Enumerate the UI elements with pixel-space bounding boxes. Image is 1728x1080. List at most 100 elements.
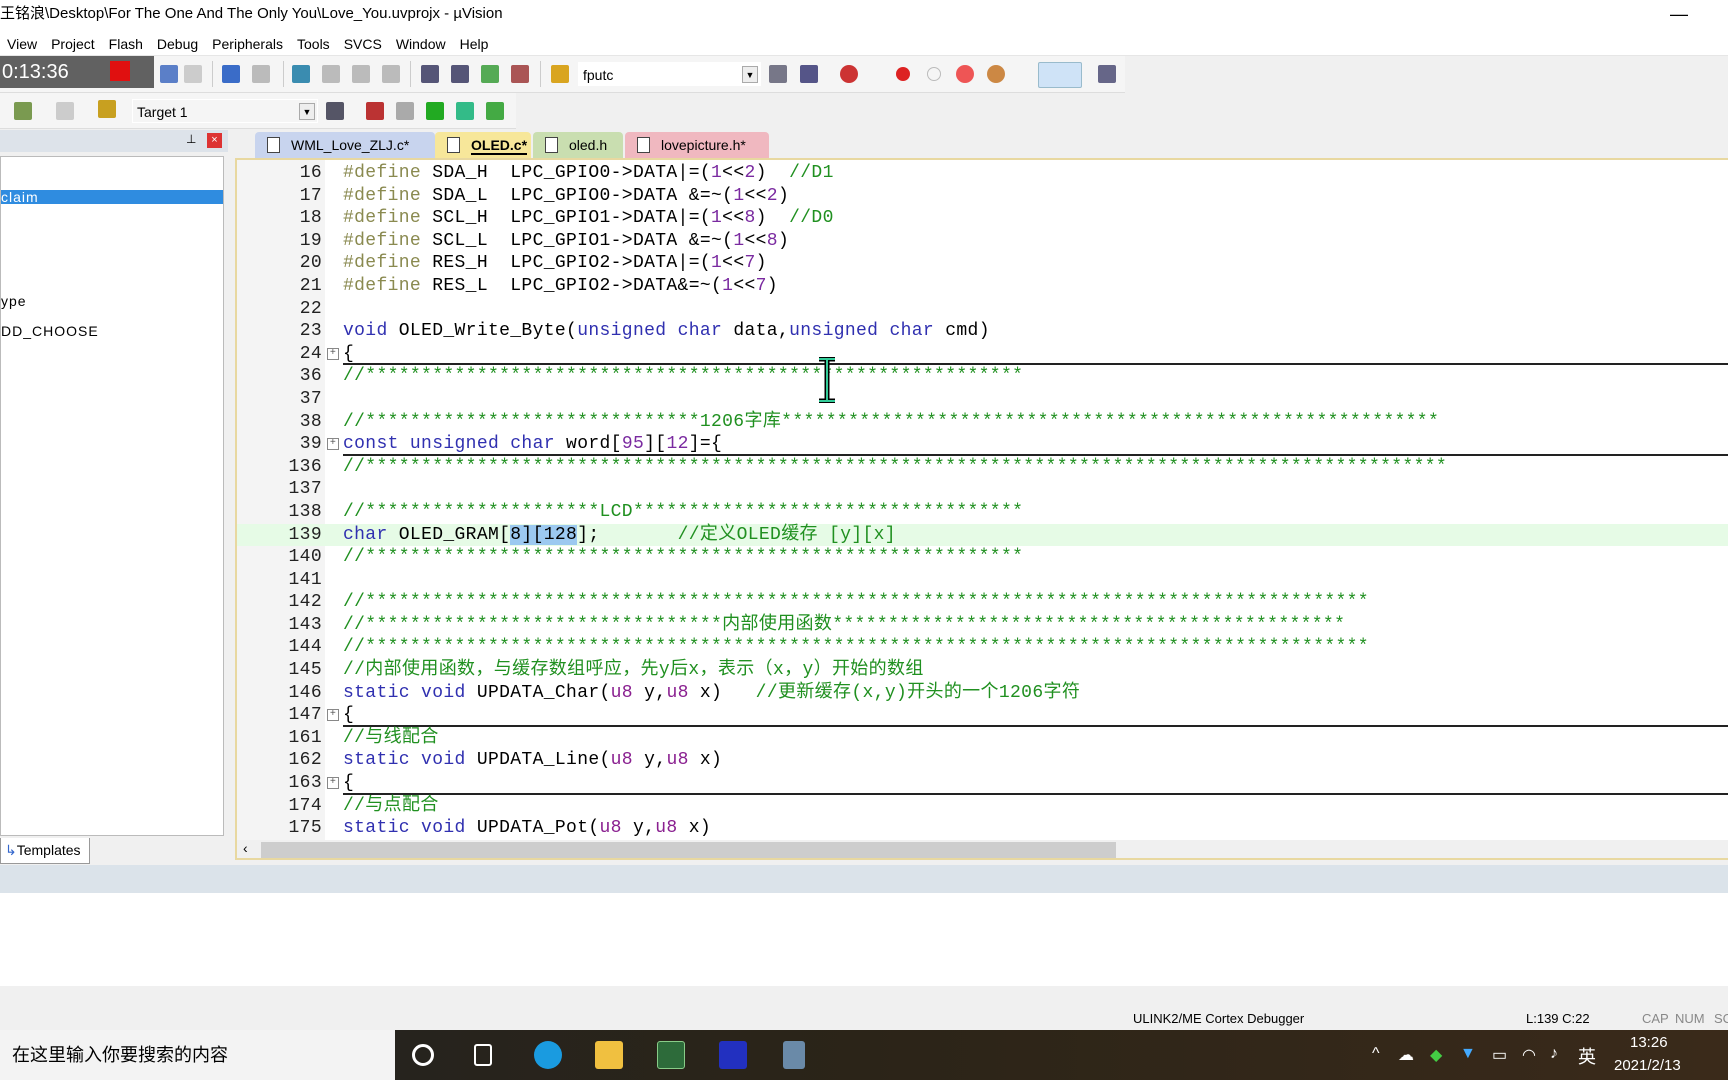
security-icon[interactable]: ◆ [1430, 1045, 1442, 1065]
clock-date[interactable]: 2021/2/13 [1614, 1057, 1681, 1074]
find-in-files-icon[interactable] [551, 65, 569, 83]
tab-wml-love-zlj-c[interactable]: WML_Love_ZLJ.c* [255, 132, 435, 158]
window-layout-icon[interactable] [1038, 62, 1082, 88]
battery-icon[interactable]: ▭ [1492, 1045, 1507, 1065]
breakpoint-icon[interactable] [896, 67, 910, 81]
keil-uvision-icon[interactable] [657, 1041, 685, 1069]
menu-debug[interactable]: Debug [150, 30, 205, 52]
disable-breakpoint-icon[interactable] [927, 67, 941, 81]
code-line[interactable]: 144 //***********************************… [237, 636, 1728, 659]
code-editor[interactable]: 16 #define SDA_H LPC_GPIO0->DATA|=(1<<2) … [235, 158, 1728, 860]
clear-bookmarks-icon[interactable] [382, 65, 400, 83]
panel-splitter[interactable] [0, 865, 1728, 893]
code-line[interactable]: 140 //***********************************… [237, 546, 1728, 569]
menu-project[interactable]: Project [44, 30, 102, 52]
minimize-button[interactable]: — [1670, 0, 1688, 28]
code-line[interactable]: 163 + { [237, 772, 1728, 795]
code-line[interactable]: 19 #define SCL_L LPC_GPIO1->DATA &=~(1<<8… [237, 230, 1728, 253]
code-line[interactable]: 161 //与线配合 [237, 727, 1728, 750]
task-view-icon[interactable] [474, 1044, 492, 1066]
code-line[interactable]: 37 [237, 388, 1728, 411]
templates-tab[interactable]: ↳Templates [0, 838, 90, 864]
code-line[interactable]: 18 #define SCL_H LPC_GPIO1->DATA|=(1<<8) … [237, 207, 1728, 230]
navigate-forward-icon[interactable] [252, 65, 270, 83]
code-line[interactable]: 36 //************************************… [237, 365, 1728, 388]
download-load-icon[interactable] [98, 100, 116, 118]
wifi-icon[interactable]: ◠ [1522, 1045, 1536, 1065]
manage-project-icon[interactable] [366, 102, 384, 120]
menu-view[interactable]: View [0, 30, 44, 52]
code-line[interactable]: 174 //与点配合 [237, 795, 1728, 818]
batch-build-icon[interactable] [56, 102, 74, 120]
menu-peripherals[interactable]: Peripherals [205, 30, 290, 52]
clock-time[interactable]: 13:26 [1630, 1034, 1668, 1051]
code-line[interactable]: 143 //********************************内部使… [237, 614, 1728, 637]
indent-icon[interactable] [421, 65, 439, 83]
code-line[interactable]: 22 [237, 298, 1728, 321]
target-options-icon[interactable] [326, 102, 344, 120]
pack-installer-icon[interactable] [456, 102, 474, 120]
code-line[interactable]: 136 //***********************************… [237, 456, 1728, 479]
scroll-left-icon[interactable]: ‹ [243, 840, 248, 856]
tab-oled-c[interactable]: OLED.c* [435, 132, 531, 158]
taskbar-search[interactable]: 在这里输入你要搜索的内容 [0, 1030, 395, 1080]
navigate-back-icon[interactable] [222, 65, 240, 83]
code-lines[interactable]: 16 #define SDA_H LPC_GPIO0->DATA|=(1<<2) … [237, 162, 1728, 840]
file-explorer-icon[interactable] [595, 1041, 623, 1069]
code-line[interactable]: 24 + { [237, 343, 1728, 366]
defender-icon[interactable]: ▼ [1460, 1045, 1476, 1063]
code-line[interactable]: 146 static void UPDATA_Char(u8 y,u8 x) //… [237, 682, 1728, 705]
code-line[interactable]: 162 static void UPDATA_Line(u8 y,u8 x) [237, 749, 1728, 772]
find-combo[interactable]: fputc ▼ [578, 62, 761, 86]
chevron-down-icon[interactable]: ▼ [299, 103, 315, 120]
onedrive-icon[interactable]: ☁ [1398, 1045, 1414, 1065]
tree-item[interactable]: DD_CHOOSE [1, 323, 99, 339]
pin-icon[interactable]: ⊥ [186, 132, 196, 146]
app-icon[interactable] [719, 1041, 747, 1069]
calculator-icon[interactable] [783, 1041, 805, 1069]
stop-recording-icon[interactable] [110, 61, 130, 81]
select-packs-icon[interactable] [396, 102, 414, 120]
tree-item[interactable]: ype [1, 293, 27, 309]
menu-help[interactable]: Help [453, 30, 496, 52]
code-line[interactable]: 137 [237, 478, 1728, 501]
code-line[interactable]: 145 //内部使用函数，与缓存数组呼应，先y后x，表示（x，y）开始的数组 [237, 659, 1728, 682]
configure-icon[interactable] [1098, 65, 1116, 83]
manage-rte-icon[interactable] [426, 102, 444, 120]
unindent-icon[interactable] [451, 65, 469, 83]
next-bookmark-icon[interactable] [352, 65, 370, 83]
fold-expand-icon[interactable]: + [327, 777, 339, 790]
code-line[interactable]: 39 + const unsigned char word[95][12]={ [237, 433, 1728, 456]
incremental-find-icon[interactable] [800, 65, 818, 83]
code-line[interactable]: 139 char OLED_GRAM[8][128]; //定义OLED缓存 [y… [237, 523, 1728, 547]
show-hidden-icons[interactable]: ^ [1372, 1045, 1380, 1063]
tab-lovepicture-h[interactable]: lovepicture.h* [625, 132, 769, 158]
code-line[interactable]: 20 #define RES_H LPC_GPIO2->DATA|=(1<<7) [237, 252, 1728, 275]
fold-expand-icon[interactable]: + [327, 347, 339, 360]
code-line[interactable]: 23 void OLED_Write_Byte(unsigned char dat… [237, 320, 1728, 343]
volume-icon[interactable]: ♪ [1550, 1045, 1558, 1063]
chevron-down-icon[interactable]: ▼ [742, 66, 758, 83]
code-line[interactable]: 38 //******************************1206字库… [237, 411, 1728, 434]
code-line[interactable]: 138 //*********************LCD***********… [237, 501, 1728, 524]
cortana-icon[interactable] [412, 1044, 434, 1066]
code-line[interactable]: 141 [237, 569, 1728, 592]
menu-window[interactable]: Window [389, 30, 453, 52]
menu-svcs[interactable]: SVCS [337, 30, 389, 52]
scrollbar-thumb[interactable] [261, 842, 1116, 858]
undo-icon[interactable] [160, 65, 178, 83]
software-packs-icon[interactable] [486, 102, 504, 120]
find-icon[interactable] [769, 65, 787, 83]
fold-expand-icon[interactable]: + [327, 709, 339, 722]
code-line[interactable]: 142 //***********************************… [237, 591, 1728, 614]
tab-oled-h[interactable]: oled.h [533, 132, 623, 158]
horizontal-scrollbar[interactable]: ‹ [237, 840, 1728, 858]
debug-session-icon[interactable] [840, 65, 858, 83]
comment-icon[interactable] [481, 65, 499, 83]
bookmark-icon[interactable] [292, 65, 310, 83]
target-select[interactable]: Target 1 ▼ [132, 99, 318, 123]
prev-bookmark-icon[interactable] [322, 65, 340, 83]
build-icon[interactable] [14, 102, 32, 120]
tree-item-selected[interactable]: claim [1, 190, 223, 204]
kill-breakpoints-icon[interactable] [987, 65, 1005, 83]
